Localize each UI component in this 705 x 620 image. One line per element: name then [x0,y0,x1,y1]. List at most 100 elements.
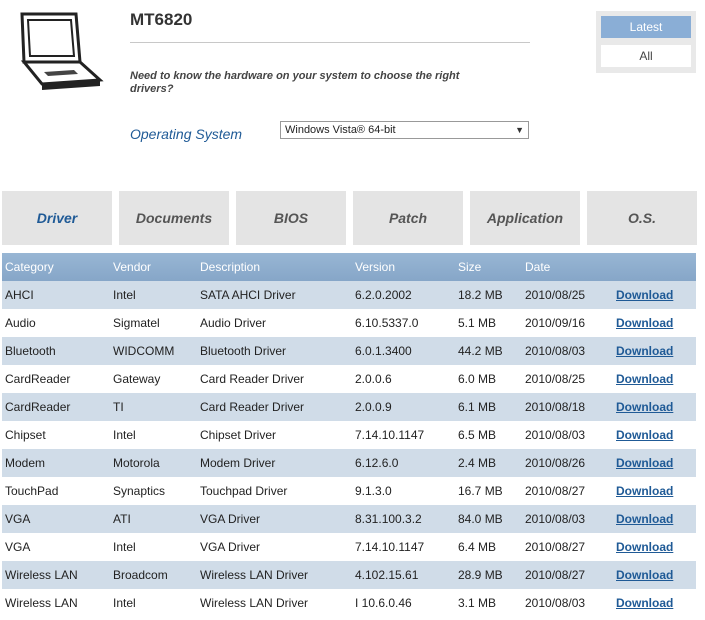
download-link[interactable]: Download [616,589,673,617]
cell-category: VGA [5,540,31,554]
cell-category: Wireless LAN [5,568,78,582]
cell-category: Chipset [5,428,46,442]
cell-date: 2010/08/27 [525,540,586,554]
header-size: Size [458,260,482,274]
download-link[interactable]: Download [616,281,673,309]
category-tabs: Driver Documents BIOS Patch Application … [2,191,699,245]
cell-category: AHCI [5,288,34,302]
cell-version: 6.12.6.0 [355,456,399,470]
cell-version: 7.14.10.1147 [355,428,425,442]
cell-vendor: Intel [113,540,136,554]
cell-description: Wireless LAN Driver [200,596,309,610]
cell-date: 2010/08/27 [525,484,586,498]
cell-vendor: ATI [113,512,131,526]
cell-vendor: WIDCOMM [113,344,175,358]
download-link[interactable]: Download [616,365,673,393]
all-filter-button[interactable]: All [601,45,691,67]
os-select[interactable]: Windows Vista® 64-bit ▼ [280,121,529,139]
download-link[interactable]: Download [616,505,673,533]
cell-date: 2010/08/03 [525,344,586,358]
cell-description: Modem Driver [200,456,276,470]
header-vendor: Vendor [113,260,152,274]
cell-description: VGA Driver [200,540,261,554]
cell-description: Chipset Driver [200,428,277,442]
cell-size: 16.7 MB [458,484,503,498]
table-row: Wireless LAN Intel Wireless LAN Driver I 10… [2,589,696,617]
cell-date: 2010/08/26 [525,456,586,470]
download-link[interactable]: Download [616,477,673,505]
cell-vendor: TI [113,400,124,414]
cell-size: 6.5 MB [458,428,497,442]
header-category: Category [5,260,54,274]
cell-version: 2.0.0.9 [355,400,392,414]
cell-description: Bluetooth Driver [200,344,287,358]
table-row: CardReader Gateway Card Reader Driver 2.0.0… [2,365,696,393]
cell-description: Card Reader Driver [200,372,305,386]
cell-size: 6.4 MB [458,540,497,554]
cell-description: SATA AHCI Driver [200,288,296,302]
download-link[interactable]: Download [616,421,673,449]
cell-version: 6.2.0.2002 [355,288,412,302]
cell-category: Bluetooth [5,344,56,358]
download-link[interactable]: Download [616,309,673,337]
cell-date: 2010/08/27 [525,568,586,582]
cell-vendor: Sigmatel [113,316,160,330]
download-link[interactable]: Download [616,337,673,365]
tab-patch[interactable]: Patch [353,191,463,245]
table-row: Chipset Intel Chipset Driver 7.14.10.1147 6.… [2,421,696,449]
cell-size: 44.2 MB [458,344,503,358]
cell-size: 2.4 MB [458,456,497,470]
download-link[interactable]: Download [616,393,673,421]
table-row: Bluetooth WIDCOMM Bluetooth Driver 6.0.1.34… [2,337,696,365]
cell-version: 4.102.15.61 [355,568,419,582]
os-label: Operating System [130,126,243,142]
table-header-row: Category Vendor Description Version Size… [2,253,696,281]
cell-date: 2010/08/03 [525,428,586,442]
cell-date: 2010/09/16 [525,316,586,330]
table-row: TouchPad Synaptics Touchpad Driver 9.1.3.0 1… [2,477,696,505]
table-row: AHCI Intel SATA AHCI Driver 6.2.0.2002 18.2 … [2,281,696,309]
cell-size: 28.9 MB [458,568,503,582]
header-version: Version [355,260,396,274]
cell-size: 6.1 MB [458,400,497,414]
title-divider [130,42,530,43]
tab-bios[interactable]: BIOS [236,191,346,245]
driver-table: Category Vendor Description Version Size… [2,253,696,617]
cell-version: 2.0.0.6 [355,372,392,386]
latest-filter-button[interactable]: Latest [601,16,691,38]
cell-description: Card Reader Driver [200,400,305,414]
tab-driver[interactable]: Driver [2,191,112,245]
download-link[interactable]: Download [616,449,673,477]
cell-version: 6.10.5337.0 [355,316,419,330]
cell-size: 84.0 MB [458,512,503,526]
cell-category: TouchPad [5,484,59,498]
table-row: VGA ATI VGA Driver 8.31.100.3.2 84.0 MB 2010/… [2,505,696,533]
cell-version: 6.0.1.3400 [355,344,412,358]
download-link[interactable]: Download [616,533,673,561]
table-row: Wireless LAN Broadcom Wireless LAN Driver 4… [2,561,696,589]
download-link[interactable]: Download [616,561,673,589]
cell-date: 2010/08/03 [525,512,586,526]
header-date: Date [525,260,551,274]
cell-vendor: Gateway [113,372,161,386]
tab-documents[interactable]: Documents [119,191,229,245]
cell-date: 2010/08/18 [525,400,586,414]
table-row: Modem Motorola Modem Driver 6.12.6.0 2.4 MB 2… [2,449,696,477]
cell-category: VGA [5,512,31,526]
cell-date: 2010/08/25 [525,372,586,386]
table-row: CardReader TI Card Reader Driver 2.0.0.9 6.1… [2,393,696,421]
chevron-down-icon: ▼ [515,125,524,135]
cell-vendor: Synaptics [113,484,166,498]
cell-size: 6.0 MB [458,372,497,386]
cell-version: I 10.6.0.46 [355,596,412,610]
cell-version: 8.31.100.3.2 [355,512,422,526]
cell-version: 9.1.3.0 [355,484,392,498]
tab-application[interactable]: Application [470,191,580,245]
cell-vendor: Intel [113,596,136,610]
cell-version: 7.14.10.1147 [355,540,425,554]
table-row: VGA Intel VGA Driver 7.14.10.1147 6.4 MB 2010… [2,533,696,561]
cell-category: Modem [5,456,46,470]
tab-os[interactable]: O.S. [587,191,697,245]
cell-description: Wireless LAN Driver [200,568,309,582]
cell-category: CardReader [5,400,71,414]
